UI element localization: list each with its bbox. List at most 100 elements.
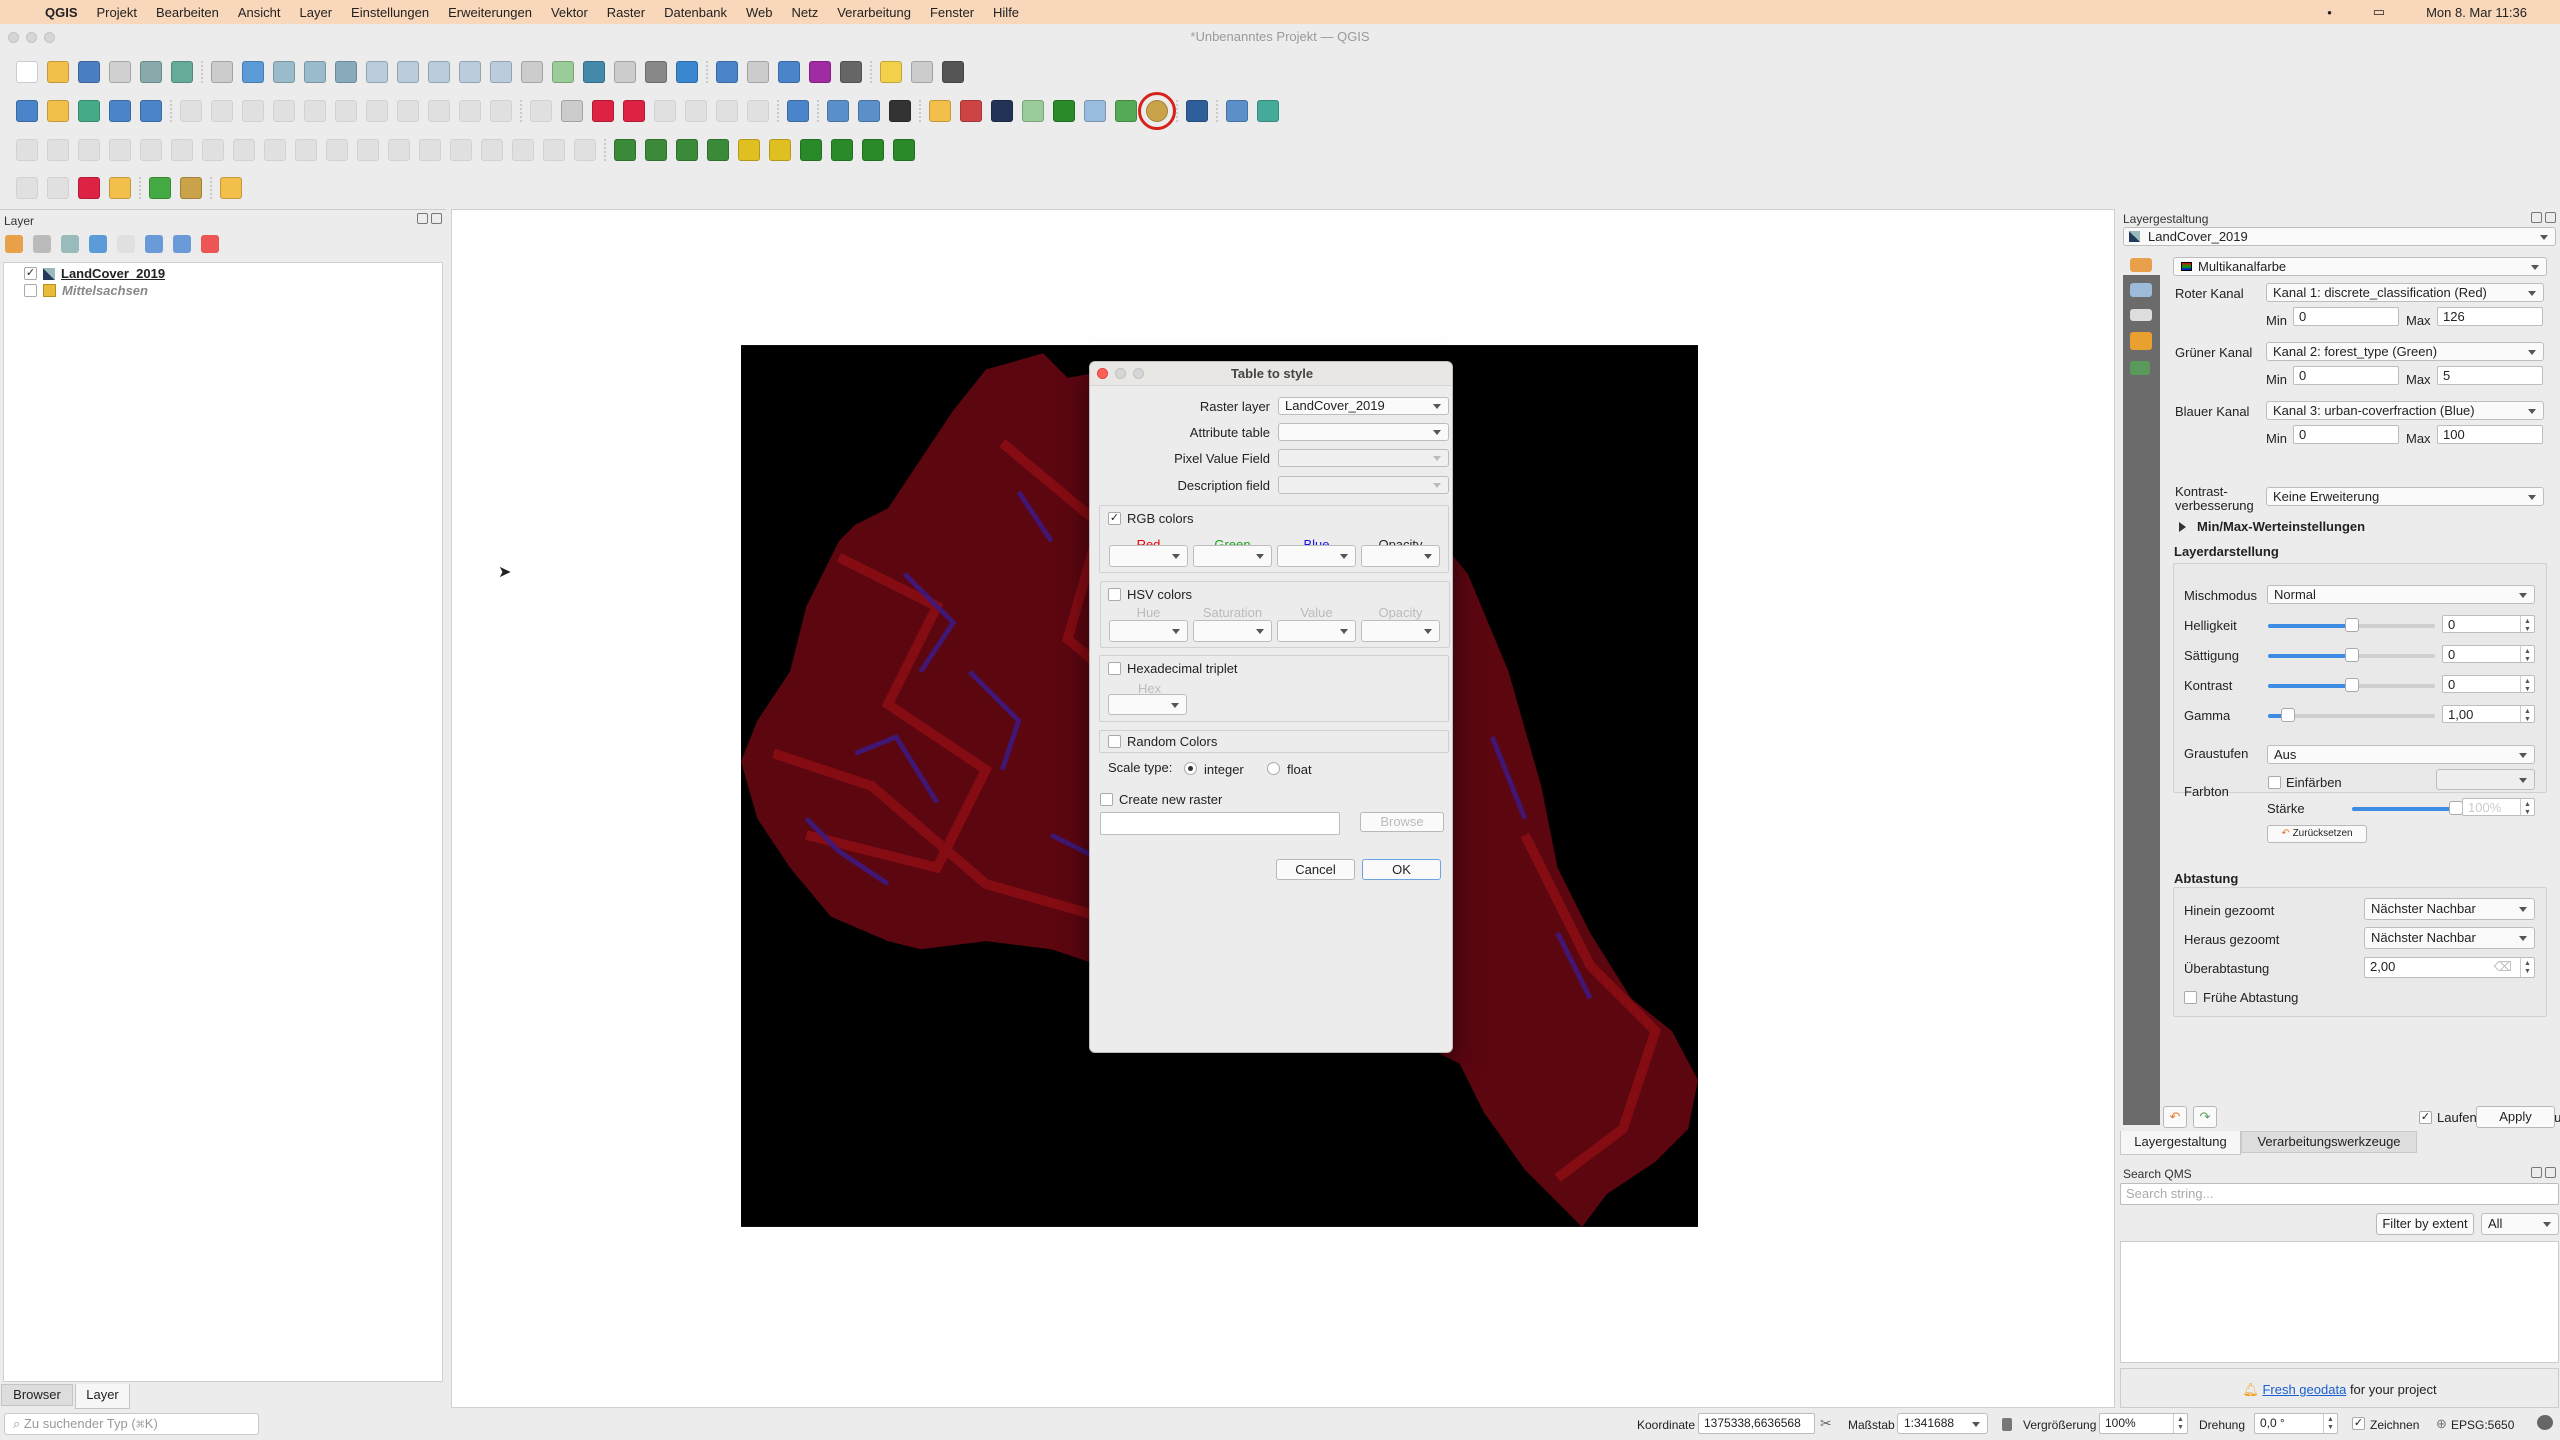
digitize-11-icon[interactable] xyxy=(326,139,348,161)
filter-by-extent-button[interactable]: Filter by extent xyxy=(2376,1213,2474,1235)
attribute-table-combo[interactable] xyxy=(1278,423,1449,441)
qms-results-list[interactable] xyxy=(2120,1241,2559,1363)
python-console-icon[interactable] xyxy=(929,100,951,122)
styling-layer-combo[interactable]: LandCover_2019 xyxy=(2123,227,2556,246)
layer-checkbox[interactable] xyxy=(24,284,37,297)
database-icon[interactable] xyxy=(787,100,809,122)
edit-pen-icon[interactable] xyxy=(211,100,233,122)
save-project-icon[interactable] xyxy=(78,61,100,83)
channel-band-combo[interactable]: Kanal 3: urban-coverfraction (Blue) xyxy=(2266,401,2544,420)
label-move-icon[interactable] xyxy=(654,100,676,122)
identify-icon[interactable] xyxy=(716,61,738,83)
data-source-manager-icon[interactable] xyxy=(16,100,38,122)
min-input[interactable]: 0 xyxy=(2293,425,2399,444)
add-star-1-icon[interactable] xyxy=(738,139,760,161)
save-as-icon[interactable] xyxy=(109,61,131,83)
close-icon[interactable] xyxy=(431,213,442,224)
undo-icon[interactable] xyxy=(459,100,481,122)
layer-item-mittelsachsen[interactable]: Mittelsachsen xyxy=(24,283,148,298)
fresh-geodata-link[interactable]: Fresh geodata xyxy=(2262,1382,2346,1397)
dialog-close-button[interactable] xyxy=(1097,368,1108,379)
close-icon[interactable] xyxy=(2545,212,2556,223)
text-tool-icon[interactable] xyxy=(942,61,964,83)
transparency-tab-icon[interactable] xyxy=(2130,283,2152,297)
zoom-next-icon[interactable] xyxy=(490,61,512,83)
status-dot-icon[interactable]: • xyxy=(2327,5,2332,20)
max-input[interactable]: 5 xyxy=(2437,366,2543,385)
raster-hist-3-icon[interactable] xyxy=(676,139,698,161)
settings-icon[interactable] xyxy=(778,61,800,83)
expand-all-icon[interactable] xyxy=(145,235,163,253)
add-point-1-icon[interactable] xyxy=(800,139,822,161)
channel-band-combo[interactable]: Kanal 1: discrete_classification (Red) xyxy=(2266,283,2544,302)
select-expr-icon[interactable] xyxy=(78,177,100,199)
redo-icon[interactable] xyxy=(490,100,512,122)
helligkeit-slider[interactable] xyxy=(2268,618,2435,632)
topology-icon[interactable] xyxy=(1226,100,1248,122)
new-3d-view-icon[interactable] xyxy=(552,61,574,83)
filter-expression-icon[interactable] xyxy=(117,235,135,253)
hsv-colors-checkbox[interactable] xyxy=(1108,588,1121,601)
zoomed-out-combo[interactable]: Nächster Nachbar xyxy=(2364,927,2535,949)
layers-leaf-icon[interactable] xyxy=(1022,100,1044,122)
statistics-icon[interactable] xyxy=(809,61,831,83)
kontrast-spinbox[interactable]: 0 ▲ ▼ xyxy=(2442,675,2535,693)
label-highlight-icon[interactable] xyxy=(592,100,614,122)
raster-hist-1-icon[interactable] xyxy=(614,139,636,161)
float-icon[interactable] xyxy=(417,213,428,224)
digitize-5-icon[interactable] xyxy=(140,139,162,161)
window-controls[interactable] xyxy=(8,32,55,43)
save-edits-icon[interactable] xyxy=(242,100,264,122)
random-colors-checkbox[interactable] xyxy=(1108,735,1121,748)
new-map-view-icon[interactable] xyxy=(521,61,543,83)
bookmark-new-icon[interactable] xyxy=(583,61,605,83)
digitize-13-icon[interactable] xyxy=(388,139,410,161)
zoom-selection-icon[interactable] xyxy=(366,61,388,83)
new-virtual-layer-icon[interactable] xyxy=(140,100,162,122)
attribute-table-icon[interactable] xyxy=(747,61,769,83)
menu-ansicht[interactable]: Ansicht xyxy=(238,5,281,20)
gamma-spinbox[interactable]: 1,00 ▲ ▼ xyxy=(2442,705,2535,723)
menu-datenbank[interactable]: Datenbank xyxy=(664,5,727,20)
hsv-hue-combo[interactable] xyxy=(1109,620,1188,642)
history-tab-icon[interactable] xyxy=(2130,361,2150,375)
layer-name[interactable]: LandCover_2019 xyxy=(61,266,165,281)
toggle-extents-icon[interactable]: ✂ xyxy=(1820,1415,1832,1432)
crs-button[interactable]: EPSG:5650 xyxy=(2451,1418,2514,1432)
helligkeit-spinbox[interactable]: 0 ▲ ▼ xyxy=(2442,615,2535,633)
minmax-settings-section[interactable]: Min/Max-Werteinstellungen xyxy=(2197,519,2365,534)
digitize-9-icon[interactable] xyxy=(264,139,286,161)
sättigung-spinbox[interactable]: 0 ▲ ▼ xyxy=(2442,645,2535,663)
close-icon[interactable] xyxy=(2545,1167,2556,1178)
paste-icon[interactable] xyxy=(428,100,450,122)
digitize-3-icon[interactable] xyxy=(78,139,100,161)
text-annotation-icon[interactable] xyxy=(911,61,933,83)
zoom-out-icon[interactable] xyxy=(304,61,326,83)
select-yellow-icon[interactable] xyxy=(109,177,131,199)
slider-handle[interactable] xyxy=(2345,678,2359,692)
digitize-7-icon[interactable] xyxy=(202,139,224,161)
new-geopackage-icon[interactable] xyxy=(47,100,69,122)
menu-hilfe[interactable]: Hilfe xyxy=(993,5,1019,20)
grayscale-combo[interactable]: Aus xyxy=(2267,745,2535,764)
sättigung-slider[interactable] xyxy=(2268,648,2435,662)
select-2-icon[interactable] xyxy=(47,177,69,199)
digitize-14-icon[interactable] xyxy=(419,139,441,161)
digitize-15-icon[interactable] xyxy=(450,139,472,161)
description-field-combo[interactable] xyxy=(1278,476,1449,494)
label-rotate-icon[interactable] xyxy=(685,100,707,122)
gamma-slider[interactable] xyxy=(2268,708,2435,722)
blend-mode-combo[interactable]: Normal xyxy=(2267,585,2535,604)
dialog-zoom-button[interactable] xyxy=(1133,368,1144,379)
min-input[interactable]: 0 xyxy=(2293,307,2399,326)
label-abc-icon[interactable] xyxy=(623,100,645,122)
contrast-enhancement-combo[interactable]: Keine Erweiterung xyxy=(2266,487,2544,506)
table-to-style-icon[interactable] xyxy=(1138,92,1176,130)
digitize-2-icon[interactable] xyxy=(47,139,69,161)
apply-button[interactable]: Apply xyxy=(2476,1106,2555,1128)
zoom-button[interactable] xyxy=(44,32,55,43)
zoom-last-icon[interactable] xyxy=(459,61,481,83)
layer-checkbox[interactable]: ✓ xyxy=(24,267,37,280)
oversampling-spinbox[interactable]: 2,00 ⌫ ▲ ▼ xyxy=(2364,957,2535,978)
globe-search-icon[interactable] xyxy=(827,100,849,122)
